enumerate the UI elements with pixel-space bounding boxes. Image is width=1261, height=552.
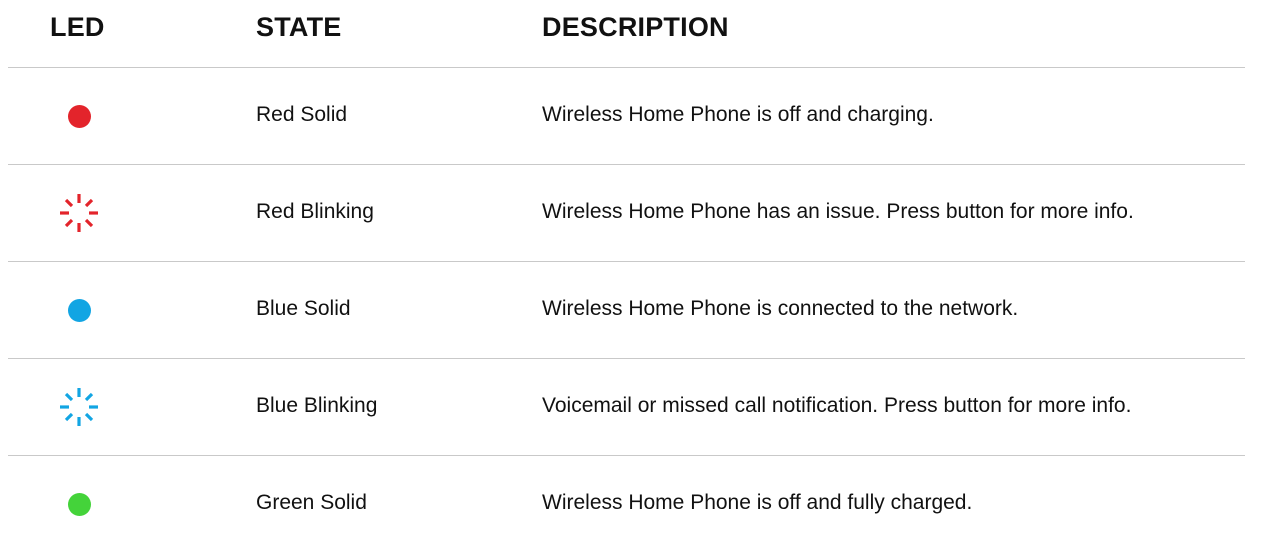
state-label: Red Blinking	[256, 200, 374, 223]
column-header-description: DESCRIPTION	[542, 12, 729, 42]
blue-blinking-icon	[60, 388, 98, 426]
table-header: LED STATE DESCRIPTION	[0, 0, 1261, 68]
led-indicator	[52, 262, 106, 358]
blue-solid-dot-icon	[67, 298, 91, 322]
column-header-state: STATE	[256, 12, 342, 42]
description-text: Wireless Home Phone has an issue. Press …	[542, 200, 1134, 223]
led-indicator	[52, 359, 106, 455]
led-status-table: LED STATE DESCRIPTION Red Solid Wireless…	[0, 0, 1261, 550]
red-blinking-icon	[60, 194, 98, 232]
description-text: Wireless Home Phone is off and fully cha…	[542, 491, 973, 514]
led-indicator	[52, 68, 106, 164]
description-text: Voicemail or missed call notification. P…	[542, 394, 1132, 417]
red-solid-dot-icon	[67, 104, 91, 128]
state-label: Blue Solid	[256, 297, 351, 320]
state-label: Red Solid	[256, 103, 348, 126]
state-label: Green Solid	[256, 491, 367, 514]
table-row: Red Solid Wireless Home Phone is off and…	[0, 68, 1261, 164]
table-row: Blue Solid Wireless Home Phone is connec…	[0, 262, 1261, 358]
table-row: Red Blinking Wireless Home Phone has an …	[0, 165, 1261, 261]
green-solid-dot-icon	[67, 492, 91, 516]
led-indicator	[52, 456, 106, 552]
column-header-led: LED	[50, 12, 105, 42]
description-text: Wireless Home Phone is connected to the …	[542, 297, 1019, 320]
state-label: Blue Blinking	[256, 394, 378, 417]
description-text: Wireless Home Phone is off and charging.	[542, 103, 934, 126]
led-indicator	[52, 165, 106, 261]
table-row: Blue Blinking Voicemail or missed call n…	[0, 359, 1261, 455]
table-row: Green Solid Wireless Home Phone is off a…	[0, 456, 1261, 552]
